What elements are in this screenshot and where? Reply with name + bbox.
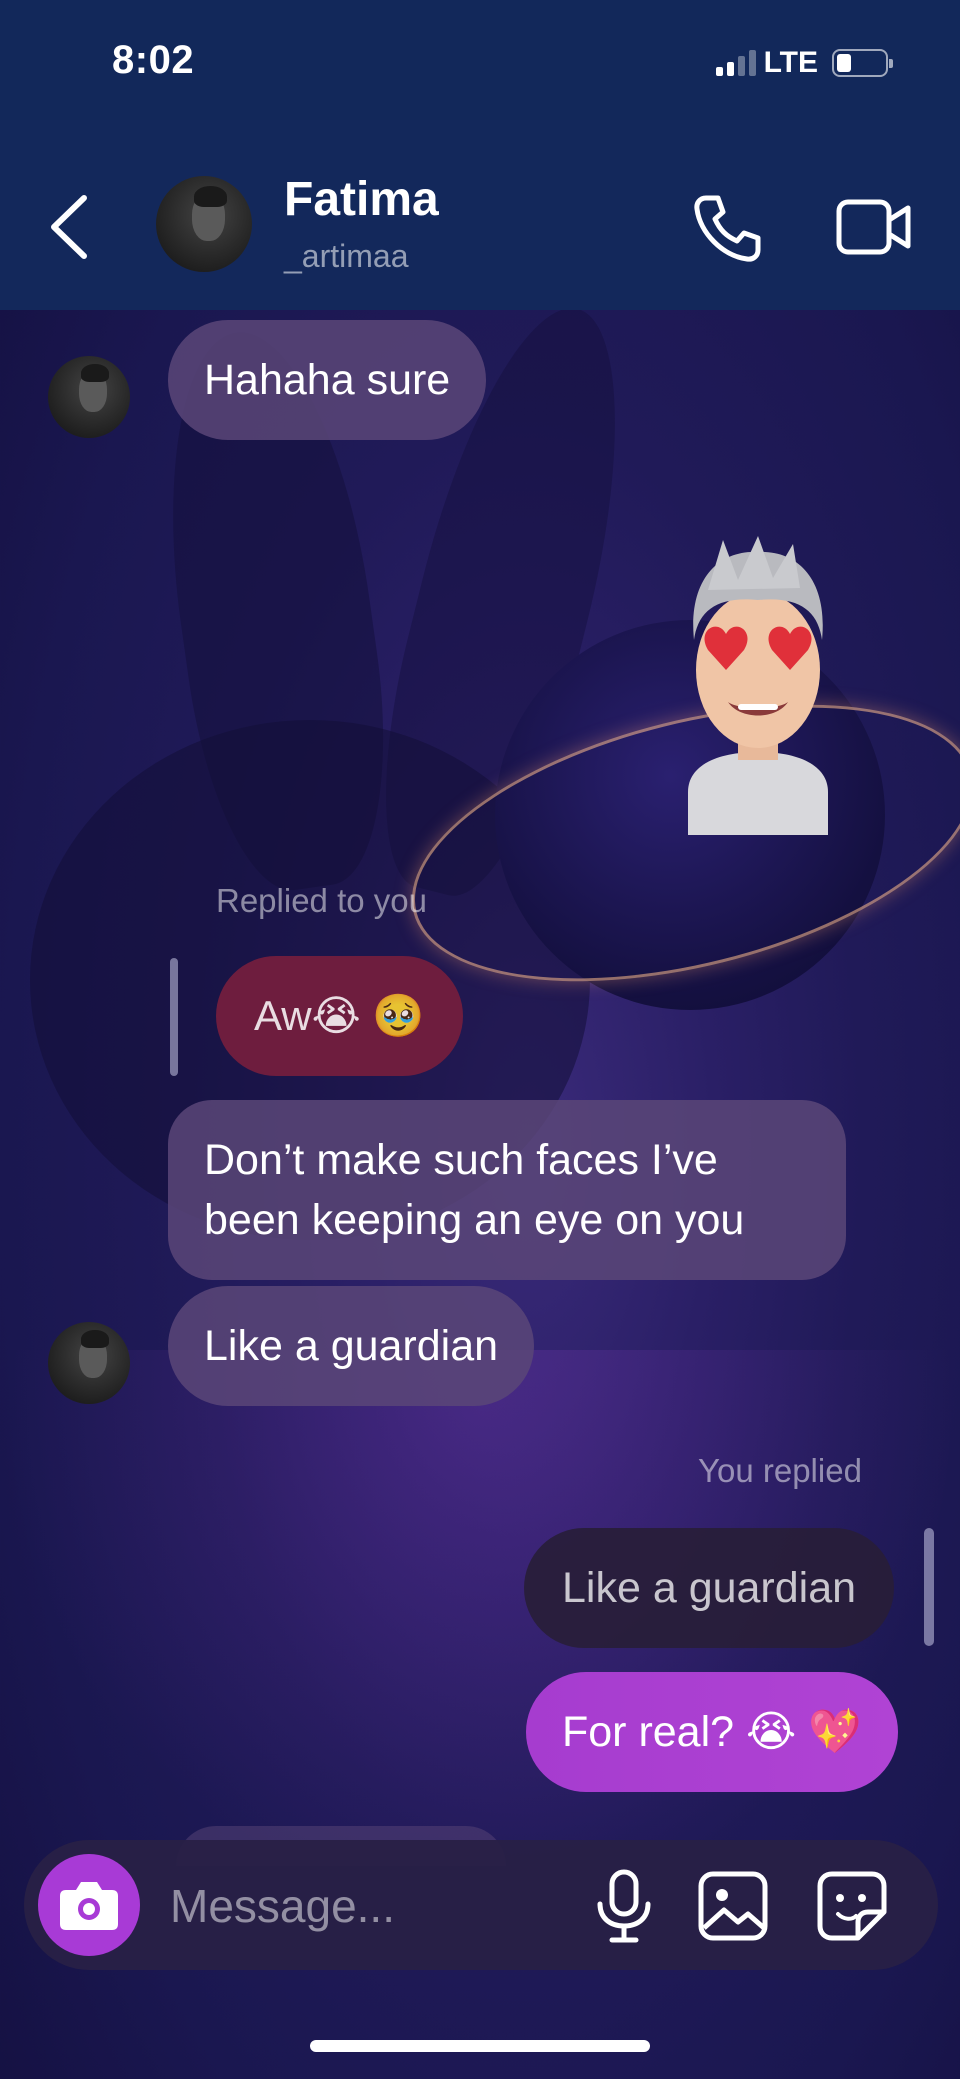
- contact-avatar[interactable]: [156, 176, 252, 272]
- camera-icon: [60, 1882, 118, 1930]
- message-input[interactable]: [168, 1870, 572, 1942]
- battery-icon: [832, 49, 893, 77]
- back-icon: [51, 195, 87, 259]
- message-bubble[interactable]: Don’t make such faces I’ve been keeping …: [168, 1100, 846, 1280]
- gallery-button[interactable]: [694, 1868, 774, 1944]
- camera-button[interactable]: [38, 1854, 140, 1956]
- reply-indicator-bar: [170, 958, 178, 1076]
- status-bar: 8:02 LTE: [0, 0, 960, 120]
- sticker-button[interactable]: [812, 1868, 892, 1944]
- video-camera-icon: [836, 199, 911, 255]
- message-bubble[interactable]: Hahaha sure: [168, 320, 487, 440]
- quoted-message[interactable]: Aw😭 🥹: [216, 956, 463, 1076]
- phone-icon: [694, 195, 761, 262]
- sent-message-bubble[interactable]: For real? 😭 💖: [526, 1672, 898, 1792]
- network-label: LTE: [763, 46, 818, 79]
- message-bubble[interactable]: Like a guardian: [168, 1286, 535, 1406]
- quoted-message[interactable]: Like a guardian: [524, 1528, 895, 1648]
- gallery-icon: [698, 1871, 768, 1941]
- sender-avatar[interactable]: [48, 356, 130, 438]
- status-indicators: LTE: [715, 46, 893, 80]
- microphone-icon: [597, 1869, 651, 1943]
- memoji-sticker[interactable]: [668, 530, 848, 835]
- video-call-button[interactable]: [834, 192, 914, 262]
- chat-header: Fatima _artimaa: [0, 120, 960, 310]
- sender-avatar[interactable]: [48, 1322, 130, 1404]
- voice-message-button[interactable]: [584, 1866, 664, 1946]
- message-composer: [24, 1840, 938, 1970]
- reply-label: Replied to you: [216, 882, 427, 919]
- home-indicator[interactable]: [310, 2040, 650, 2052]
- back-button[interactable]: [44, 192, 100, 262]
- sticker-icon: [817, 1871, 887, 1941]
- audio-call-button[interactable]: [690, 190, 766, 266]
- reply-indicator-bar: [924, 1528, 934, 1646]
- signal-icon: [715, 50, 756, 76]
- status-time: 8:02: [112, 38, 195, 82]
- you-replied-label: You replied: [698, 1452, 862, 1489]
- contact-name[interactable]: Fatima: [284, 172, 439, 227]
- contact-username[interactable]: _artimaa: [284, 238, 409, 275]
